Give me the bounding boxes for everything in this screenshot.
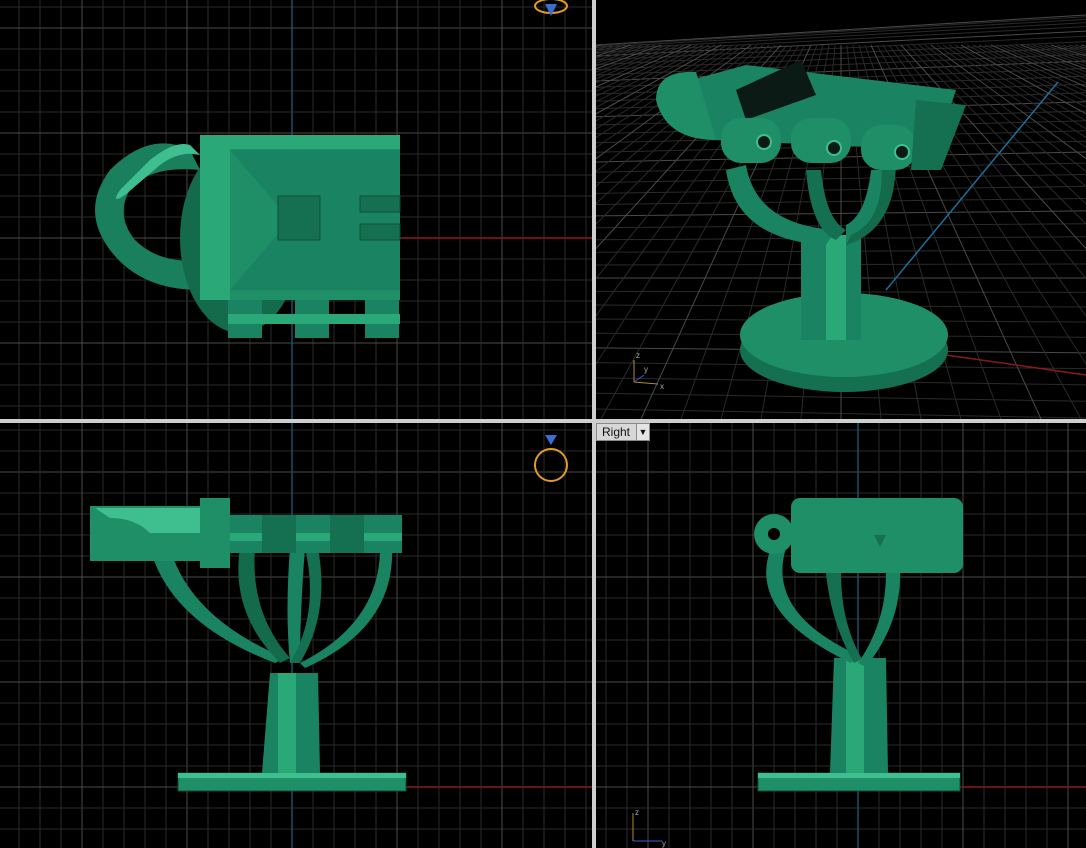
grid-line xyxy=(960,44,1086,115)
viewport-title-label: Right xyxy=(602,425,631,439)
grid-line xyxy=(1020,44,1086,70)
triangle-down-icon[interactable]: ▼ xyxy=(636,424,650,440)
ring-icon[interactable] xyxy=(534,435,568,482)
viewport-title-right[interactable]: Right ▼ xyxy=(596,423,651,441)
axis-y-label: y xyxy=(644,365,648,374)
viewport-splitter-vertical[interactable] xyxy=(592,0,596,848)
axis-x-label: x xyxy=(660,382,664,391)
model-front-view[interactable] xyxy=(90,498,407,792)
axis-z-label: z xyxy=(636,351,640,360)
grid-line xyxy=(1026,44,1086,67)
grid-line xyxy=(1050,44,1086,57)
viewport-front-canvas[interactable] xyxy=(0,423,592,848)
grid-line xyxy=(942,44,1086,139)
x-axis-line xyxy=(945,354,1086,376)
viewport-top-canvas[interactable] xyxy=(0,0,592,419)
viewport-front[interactable] xyxy=(0,423,592,848)
viewport-right[interactable]: z y Right ▼ xyxy=(596,423,1086,848)
viewport-top[interactable] xyxy=(0,0,592,419)
grid-line xyxy=(596,16,1086,47)
axis-y-label: y xyxy=(662,839,666,848)
ring-icon[interactable] xyxy=(534,0,568,16)
viewport-perspective[interactable]: z x y xyxy=(596,0,1086,419)
model-top-view[interactable] xyxy=(95,135,401,338)
axis-z-label: z xyxy=(635,808,639,817)
axis-gizmo: z x y xyxy=(633,351,664,391)
grid-line xyxy=(948,44,1086,130)
viewport-splitter-horizontal[interactable] xyxy=(0,419,1086,423)
viewport-right-canvas[interactable]: z y xyxy=(596,423,1086,848)
grid-line xyxy=(978,44,1086,97)
viewport-perspective-canvas[interactable]: z x y xyxy=(596,0,1086,419)
axis-gizmo: z y xyxy=(632,808,666,848)
